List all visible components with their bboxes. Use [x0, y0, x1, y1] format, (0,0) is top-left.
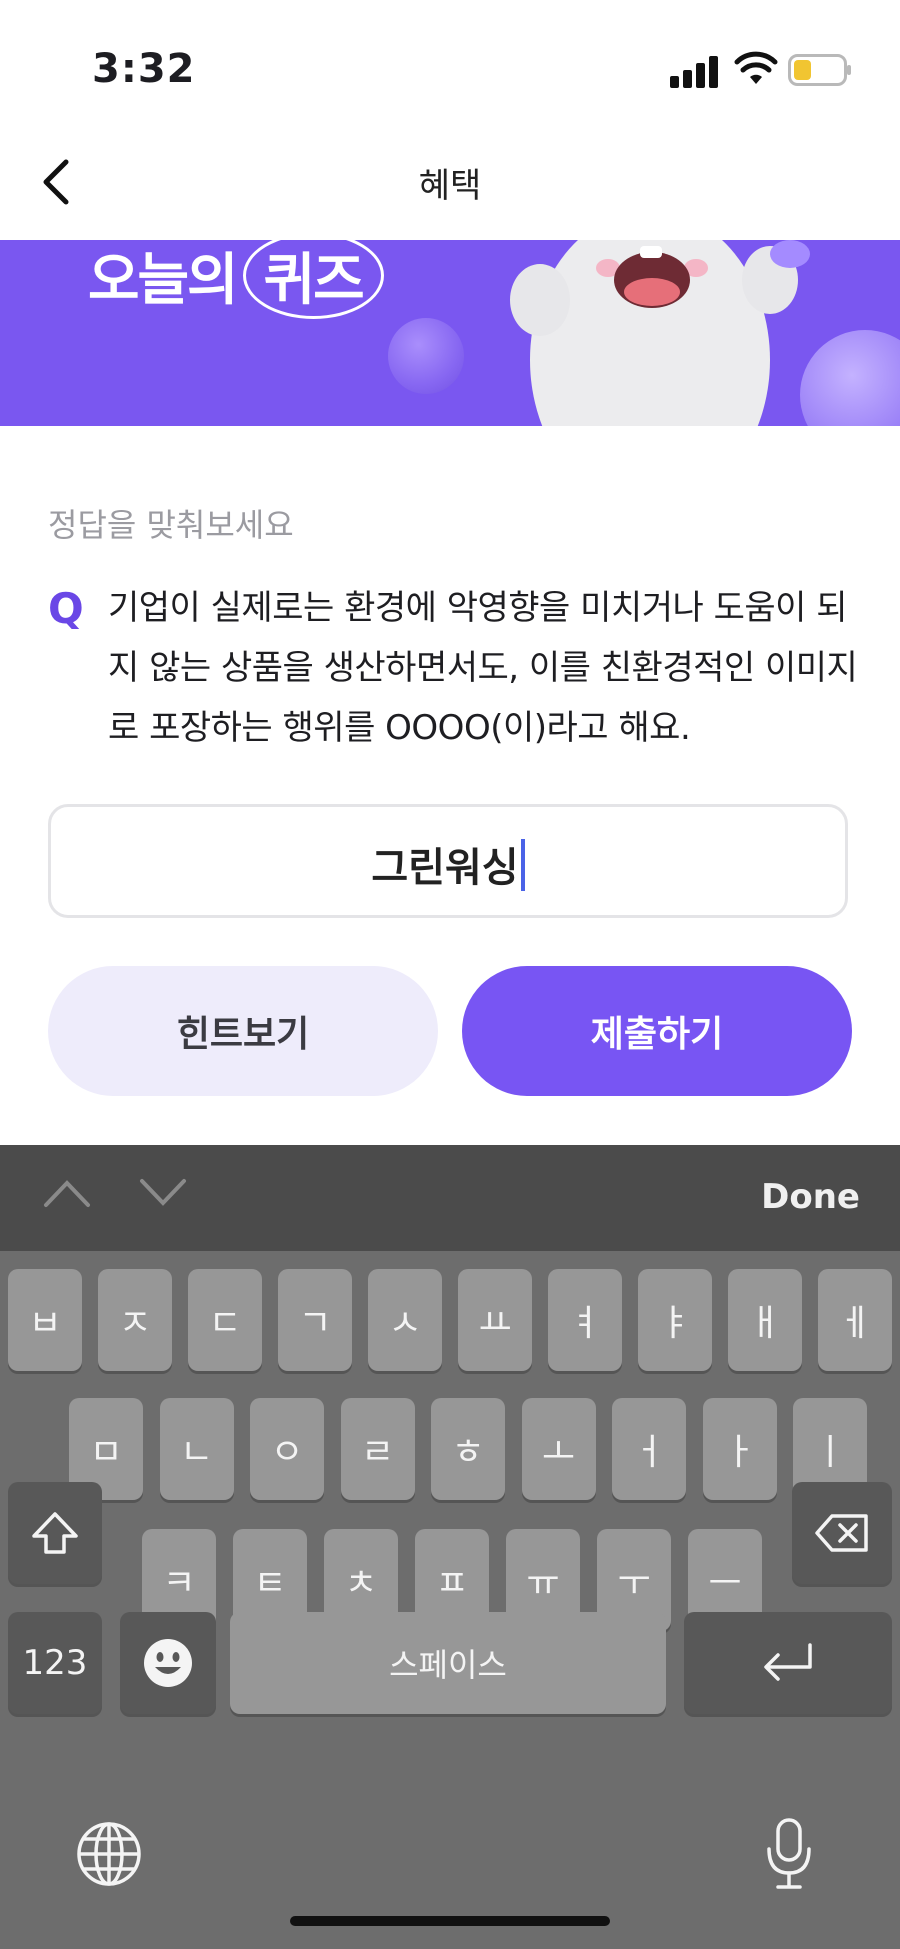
key-row1-7[interactable]: ㅑ — [638, 1269, 712, 1371]
wifi-icon — [734, 51, 778, 84]
navigation-bar: 혜택 — [0, 130, 900, 240]
key-row2-1[interactable]: ㄴ — [159, 1398, 234, 1500]
cellular-signal-icon — [670, 54, 720, 88]
globe-icon[interactable] — [76, 1821, 142, 1887]
key-row2-7[interactable]: ㅏ — [702, 1398, 777, 1500]
key-row1-1[interactable]: ㅈ — [98, 1269, 172, 1371]
question-mark-label: Q — [48, 584, 84, 633]
status-bar: 3:32 — [0, 0, 900, 130]
key-row2-5[interactable]: ㅗ — [521, 1398, 596, 1500]
key-row1-6[interactable]: ㅕ — [548, 1269, 622, 1371]
space-key[interactable]: 스페이스 — [230, 1612, 666, 1714]
submit-button[interactable]: 제출하기 — [462, 966, 852, 1096]
key-row1-0[interactable]: ㅂ — [8, 1269, 82, 1371]
previous-field-icon[interactable] — [42, 1173, 92, 1213]
mascot-illustration — [510, 240, 810, 426]
coin-illustration — [388, 318, 464, 394]
shift-icon — [32, 1512, 78, 1554]
next-field-icon[interactable] — [138, 1173, 188, 1213]
answer-input-value-wrap: 그린워싱 — [51, 835, 845, 893]
key-row1-3[interactable]: ㄱ — [278, 1269, 352, 1371]
key-row1-4[interactable]: ㅅ — [368, 1269, 442, 1371]
return-key[interactable] — [684, 1612, 892, 1714]
key-row2-3[interactable]: ㄹ — [340, 1398, 415, 1500]
answer-input-value: 그린워싱 — [371, 845, 519, 891]
delete-icon — [815, 1514, 868, 1552]
key-row2-2[interactable]: ㅇ — [250, 1398, 324, 1500]
status-time: 3:32 — [92, 46, 196, 92]
page-title: 혜택 — [418, 166, 482, 206]
battery-icon — [788, 54, 851, 86]
banner-title-part1: 오늘의 — [88, 248, 239, 313]
shift-key[interactable] — [8, 1482, 102, 1584]
numbers-key[interactable]: 123 — [8, 1612, 102, 1714]
keyboard-toolbar: Done — [0, 1145, 900, 1251]
text-caret — [520, 839, 525, 891]
home-indicator — [290, 1916, 610, 1926]
done-button[interactable]: Done — [761, 1177, 860, 1217]
key-row1-5[interactable]: ㅛ — [458, 1269, 532, 1371]
keyboard: Done ㅂㅈㄷㄱㅅㅛㅕㅑㅐㅔ ㅁㄴㅇㄹㅎㅗㅓㅏㅣ ㅋㅌㅊㅍㅠㅜㅡ 123 스페… — [0, 1145, 900, 1949]
banner-title: 오늘의 퀴즈 — [88, 240, 384, 319]
key-row2-6[interactable]: ㅓ — [612, 1398, 686, 1500]
quiz-question: 기업이 실제로는 환경에 악영향을 미치거나 도움이 되지 않는 상품을 생산하… — [108, 588, 858, 748]
key-row1-9[interactable]: ㅔ — [818, 1269, 892, 1371]
banner-title-part2: 퀴즈 — [242, 240, 384, 319]
key-row1-8[interactable]: ㅐ — [728, 1269, 802, 1371]
emoji-key[interactable] — [120, 1612, 216, 1714]
emoji-icon — [144, 1639, 192, 1687]
quiz-instruction: 정답을 맞춰보세요 — [48, 506, 294, 544]
return-icon — [764, 1643, 812, 1681]
key-row2-4[interactable]: ㅎ — [431, 1398, 505, 1500]
key-row1-2[interactable]: ㄷ — [188, 1269, 262, 1371]
answer-input[interactable]: 그린워싱 — [48, 804, 848, 918]
microphone-icon[interactable] — [764, 1817, 814, 1891]
quiz-banner: 오늘의 퀴즈 — [0, 240, 900, 426]
hint-button[interactable]: 힌트보기 — [48, 966, 438, 1096]
delete-key[interactable] — [792, 1482, 892, 1584]
